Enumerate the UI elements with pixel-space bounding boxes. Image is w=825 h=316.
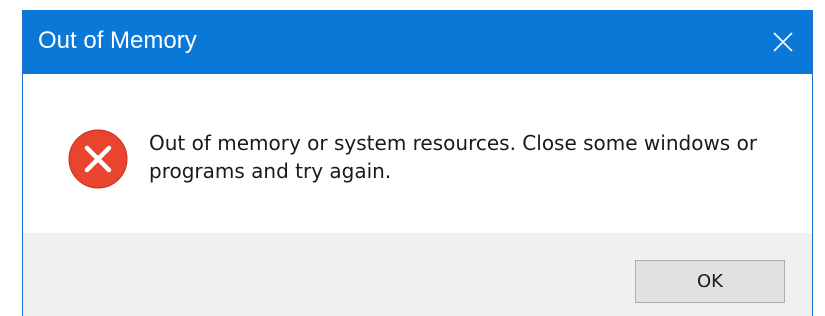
close-icon — [773, 32, 793, 52]
error-icon — [68, 129, 128, 189]
ok-button[interactable]: OK — [635, 260, 785, 303]
title-bar[interactable]: Out of Memory — [23, 10, 812, 74]
error-message: Out of memory or system resources. Close… — [149, 131, 758, 183]
button-bar: OK — [23, 233, 812, 316]
dialog-title: Out of Memory — [38, 27, 197, 54]
dialog-content: Out of memory or system resources. Close… — [23, 74, 812, 233]
close-button[interactable] — [754, 10, 812, 74]
error-dialog: Out of Memory Out of memory or system re… — [22, 10, 813, 316]
